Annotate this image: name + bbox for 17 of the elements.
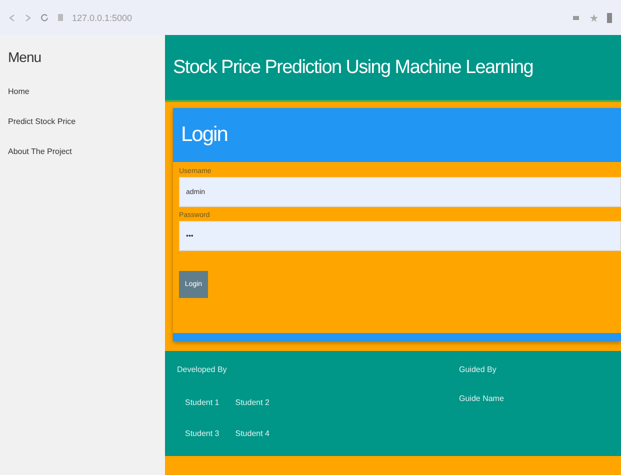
login-title: Login	[181, 123, 228, 147]
menu-title: Menu	[8, 49, 42, 65]
menu-link[interactable]: Predict Stock Price	[8, 117, 76, 126]
footer-heading: Developed By	[177, 365, 227, 374]
student-name: Student 1	[185, 398, 220, 407]
footer-heading: Guided By	[459, 365, 496, 374]
menu-link[interactable]: Home	[8, 87, 30, 96]
menu-link[interactable]: About The Project	[8, 147, 72, 156]
star-icon[interactable]	[590, 14, 598, 22]
page-title: Stock Price Prediction Using Machine Learning	[173, 56, 534, 78]
reload-icon[interactable]	[40, 13, 49, 22]
student-name: Student 4	[235, 429, 270, 438]
student-name: Student 3	[185, 429, 220, 438]
student-name: Student 2	[235, 398, 270, 407]
forward-icon[interactable]	[24, 14, 32, 22]
back-icon[interactable]	[8, 14, 16, 22]
guide-name: Guide Name	[459, 394, 504, 403]
